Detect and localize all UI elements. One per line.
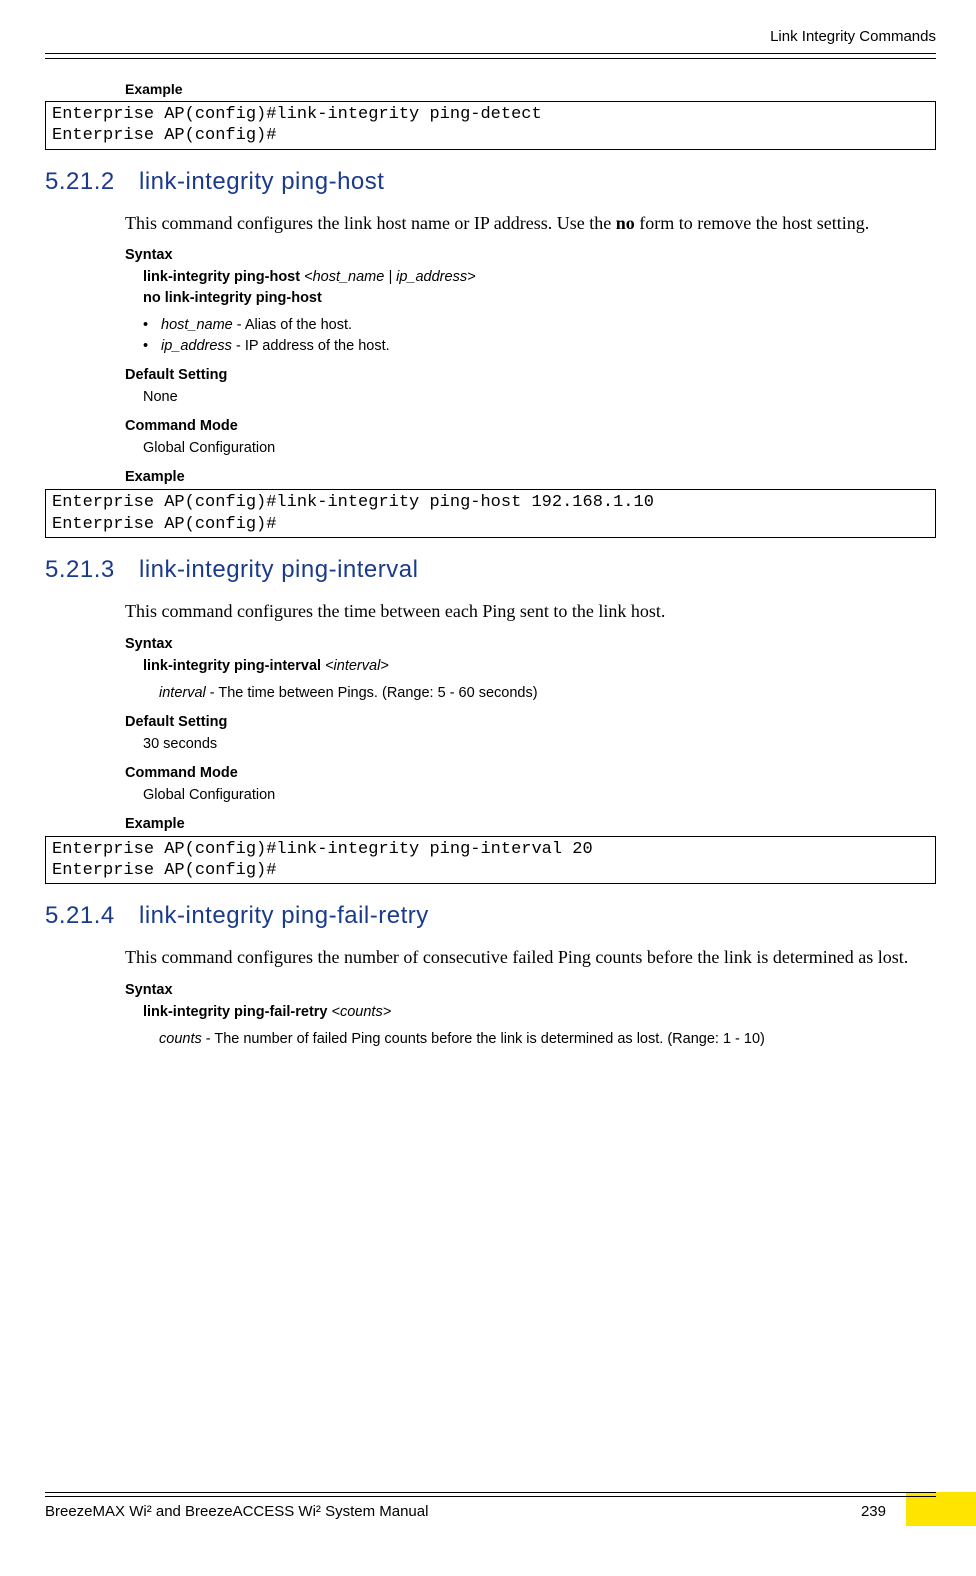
example-label: Example bbox=[125, 81, 936, 97]
syntax-bullet-1: • host_name - Alias of the host. bbox=[143, 315, 936, 336]
syntax-italic: <interval> bbox=[325, 658, 389, 674]
code-block-ping-detect: Enterprise AP(config)#link-integrity pin… bbox=[45, 101, 936, 150]
syntax-italic: <counts> bbox=[332, 1004, 392, 1020]
syntax-bold: link-integrity ping-fail-retry bbox=[143, 1004, 332, 1020]
syntax-label: Syntax bbox=[125, 247, 936, 263]
param-desc: - The time between Pings. (Range: 5 - 60… bbox=[206, 685, 538, 701]
param-name: counts bbox=[159, 1031, 202, 1047]
default-setting-value: None bbox=[143, 387, 936, 408]
section-title: link-integrity ping-host bbox=[139, 168, 384, 196]
desc-bold: no bbox=[616, 213, 635, 233]
code-block-ping-host: Enterprise AP(config)#link-integrity pin… bbox=[45, 489, 936, 538]
command-mode-value: Global Configuration bbox=[143, 785, 936, 806]
section-description: This command configures the time between… bbox=[125, 598, 936, 626]
section-5-21-2-heading: 5.21.2 link-integrity ping-host bbox=[45, 168, 936, 196]
section-5-21-4-heading: 5.21.4 link-integrity ping-fail-retry bbox=[45, 902, 936, 930]
header-rule-bottom bbox=[45, 58, 936, 59]
header-rule-top bbox=[45, 53, 936, 54]
command-mode-value: Global Configuration bbox=[143, 438, 936, 459]
code-block-ping-interval: Enterprise AP(config)#link-integrity pin… bbox=[45, 836, 936, 885]
default-setting-value: 30 seconds bbox=[143, 734, 936, 755]
param-desc: - The number of failed Ping counts befor… bbox=[202, 1031, 765, 1047]
syntax-label: Syntax bbox=[125, 982, 936, 998]
section-number: 5.21.3 bbox=[45, 556, 125, 584]
syntax-bold: link-integrity ping-host bbox=[143, 269, 304, 285]
param-name: ip_address bbox=[161, 338, 232, 354]
param-desc: - IP address of the host. bbox=[232, 338, 390, 354]
param-name: interval bbox=[159, 685, 206, 701]
syntax-bold: no link-integrity ping-host bbox=[143, 290, 322, 306]
section-5-21-3-heading: 5.21.3 link-integrity ping-interval bbox=[45, 556, 936, 584]
example-label: Example bbox=[125, 816, 936, 832]
param-name: host_name bbox=[161, 317, 233, 333]
example-label: Example bbox=[125, 469, 936, 485]
footer-page-number: 239 bbox=[861, 1503, 936, 1520]
syntax-param: counts - The number of failed Ping count… bbox=[159, 1029, 936, 1050]
running-header: Link Integrity Commands bbox=[45, 28, 936, 45]
syntax-line: link-integrity ping-fail-retry <counts> bbox=[143, 1002, 936, 1023]
syntax-line-1: link-integrity ping-host <host_name | ip… bbox=[143, 267, 936, 288]
syntax-line: link-integrity ping-interval <interval> bbox=[143, 656, 936, 677]
bullet-icon: • bbox=[143, 315, 155, 336]
syntax-param: interval - The time between Pings. (Rang… bbox=[159, 683, 936, 704]
bullet-icon: • bbox=[143, 336, 155, 357]
footer-manual-title: BreezeMAX Wi² and BreezeACCESS Wi² Syste… bbox=[45, 1503, 428, 1520]
command-mode-label: Command Mode bbox=[125, 418, 936, 434]
command-mode-label: Command Mode bbox=[125, 765, 936, 781]
syntax-line-2: no link-integrity ping-host bbox=[143, 288, 936, 309]
syntax-bold: link-integrity ping-interval bbox=[143, 658, 325, 674]
syntax-bullet-2: • ip_address - IP address of the host. bbox=[143, 336, 936, 357]
section-number: 5.21.2 bbox=[45, 168, 125, 196]
param-desc: - Alias of the host. bbox=[233, 317, 352, 333]
section-description: This command configures the number of co… bbox=[125, 944, 936, 972]
desc-pre: This command configures the link host na… bbox=[125, 213, 616, 233]
desc-post: form to remove the host setting. bbox=[635, 213, 869, 233]
page-footer: BreezeMAX Wi² and BreezeACCESS Wi² Syste… bbox=[45, 1492, 936, 1520]
syntax-label: Syntax bbox=[125, 636, 936, 652]
default-setting-label: Default Setting bbox=[125, 714, 936, 730]
section-number: 5.21.4 bbox=[45, 902, 125, 930]
default-setting-label: Default Setting bbox=[125, 367, 936, 383]
section-description: This command configures the link host na… bbox=[125, 210, 936, 238]
section-title: link-integrity ping-fail-retry bbox=[139, 902, 429, 930]
syntax-italic: <host_name | ip_address> bbox=[304, 269, 475, 285]
section-title: link-integrity ping-interval bbox=[139, 556, 418, 584]
